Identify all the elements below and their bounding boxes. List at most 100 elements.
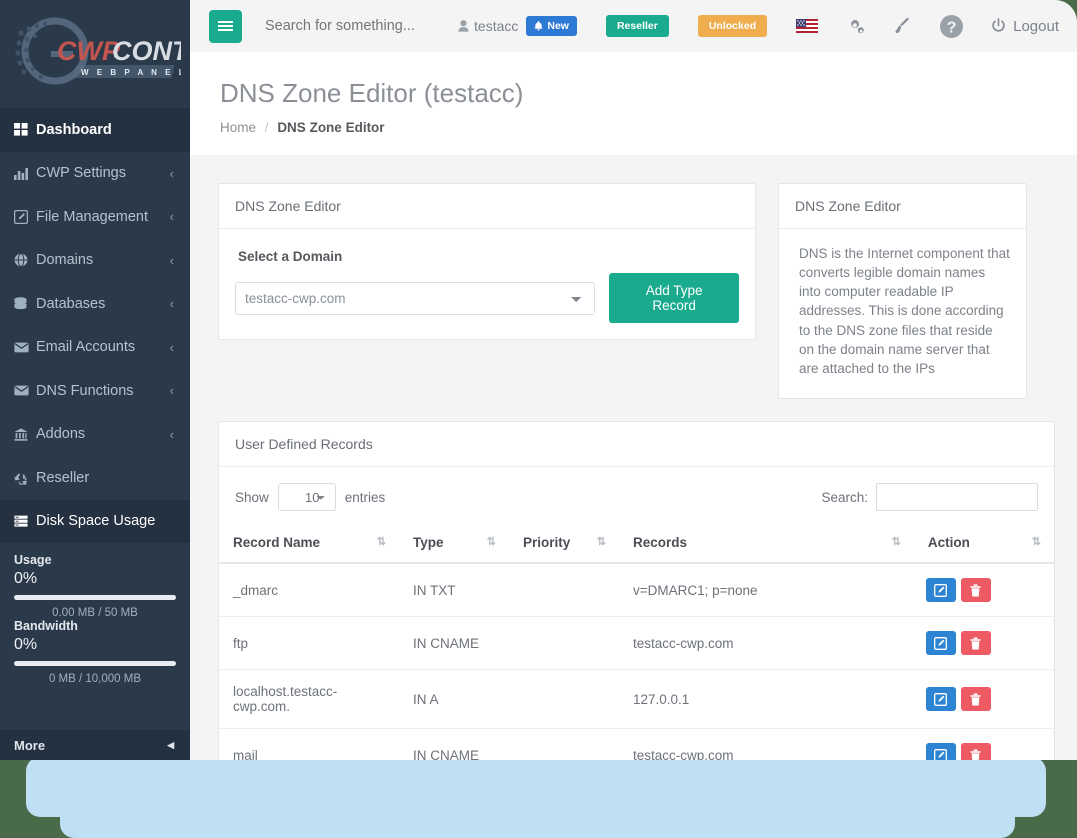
records-table-body: _dmarcIN TXTv=DMARC1; p=noneftpIN CNAMEt… — [219, 563, 1054, 760]
page-header: DNS Zone Editor (testacc) Home / DNS Zon… — [190, 52, 1077, 155]
sidebar-item-dns-functions[interactable]: DNS Functions‹ — [0, 369, 190, 413]
sidebar-item-disk-space-usage[interactable]: Disk Space Usage — [0, 500, 190, 544]
breadcrumb-current: DNS Zone Editor — [277, 120, 384, 135]
cell-action — [914, 617, 1054, 670]
sidebar-more-button[interactable]: More ◂ — [0, 730, 190, 760]
hamburger-icon[interactable] — [209, 10, 242, 43]
table-row: ftpIN CNAMEtestacc-cwp.com — [219, 617, 1054, 670]
cell-name: localhost.testacc-cwp.com. — [219, 670, 399, 729]
chevron-left-icon: ‹ — [170, 209, 174, 224]
sidebar-item-file-management[interactable]: File Management‹ — [0, 195, 190, 239]
content-area: DNS Zone Editor Select a Domain testacc-… — [190, 155, 1077, 760]
sidebar-nav: DashboardCWP Settings‹File Management‹Do… — [0, 108, 190, 543]
sort-icon[interactable]: ⇅ — [487, 535, 495, 548]
cell-action — [914, 563, 1054, 617]
trash-icon[interactable] — [961, 743, 991, 760]
page-length-control: Show 102550100 entries — [235, 483, 385, 511]
domain-select[interactable]: testacc-cwp.com — [235, 282, 595, 315]
logout-button[interactable]: Logout — [991, 18, 1059, 35]
cell-priority — [509, 729, 619, 760]
table-search-input[interactable] — [876, 483, 1038, 511]
column-header-type[interactable]: Type ⇅ — [399, 525, 509, 563]
cell-action — [914, 670, 1054, 729]
unlocked-badge[interactable]: Unlocked — [698, 15, 767, 38]
sidebar-item-addons[interactable]: Addons‹ — [0, 413, 190, 457]
info-panel-heading: DNS Zone Editor — [779, 184, 1026, 229]
breadcrumb: Home / DNS Zone Editor — [220, 120, 1077, 135]
page-length-select[interactable]: 102550100 — [278, 483, 336, 511]
column-header-record-name[interactable]: Record Name ⇅ — [219, 525, 399, 563]
new-notification-badge[interactable]: New — [526, 16, 577, 37]
column-header-priority[interactable]: Priority ⇅ — [509, 525, 619, 563]
usage-title: Usage — [14, 553, 176, 567]
cell-records: 127.0.0.1 — [619, 670, 914, 729]
sort-icon[interactable]: ⇅ — [597, 535, 605, 548]
question-circle-icon[interactable]: ? — [939, 14, 964, 39]
bandwidth-detail: 0 MB / 10,000 MB — [14, 673, 176, 685]
disk-usage-block: Usage 0% 0.00 MB / 50 MB Bandwidth 0% 0 … — [0, 543, 190, 685]
domain-select-row: testacc-cwp.com Add Type Record — [235, 273, 739, 323]
sort-icon[interactable]: ⇅ — [377, 535, 385, 548]
column-header-records[interactable]: Records⇅ — [619, 525, 914, 563]
sidebar-item-label: Dashboard — [36, 122, 190, 138]
cell-records: v=DMARC1; p=none — [619, 563, 914, 617]
breadcrumb-home[interactable]: Home — [220, 120, 256, 135]
us-flag-icon[interactable] — [796, 19, 818, 33]
table-search-control: Search: — [821, 483, 1038, 511]
edit-pencil-icon[interactable] — [926, 631, 956, 655]
column-header-action[interactable]: Action⇅ — [914, 525, 1054, 563]
paintbrush-icon[interactable] — [894, 17, 910, 35]
column-header-label: Type — [413, 535, 444, 550]
dns-zone-editor-panel: DNS Zone Editor Select a Domain testacc-… — [218, 183, 756, 340]
globe-icon — [14, 253, 36, 267]
gears-icon[interactable] — [847, 18, 865, 35]
zone-panel-body: Select a Domain testacc-cwp.com Add Type… — [219, 229, 755, 339]
sidebar-item-email-accounts[interactable]: Email Accounts‹ — [0, 326, 190, 370]
records-table: Record Name⇅Type⇅Priority⇅Records⇅Action… — [219, 525, 1054, 760]
search-input[interactable] — [265, 18, 458, 34]
sort-icon[interactable]: ⇅ — [892, 535, 900, 548]
reseller-badge[interactable]: Reseller — [606, 15, 669, 38]
top-header: testacc New Reseller Unlocked — [190, 0, 1077, 52]
chevron-left-icon: ‹ — [170, 296, 174, 311]
column-header-label: Priority — [523, 535, 570, 550]
browser-window: CWP CONTROL W E B P A N E L Dashboard CWP… — [0, 0, 1077, 760]
sidebar-item-label: DNS Functions — [36, 383, 170, 399]
sidebar-item-dashboard[interactable]: Dashboard — [0, 108, 190, 152]
column-header-label: Record Name — [233, 535, 320, 550]
bell-icon — [534, 21, 543, 31]
chevron-left-icon: ‹ — [170, 253, 174, 268]
sidebar-item-reseller[interactable]: Reseller — [0, 456, 190, 500]
cell-priority — [509, 563, 619, 617]
chevron-left-icon: ‹ — [170, 427, 174, 442]
header-actions: testacc New Reseller Unlocked — [458, 0, 1077, 52]
user-account[interactable]: testacc — [458, 18, 518, 34]
add-type-record-button[interactable]: Add Type Record — [609, 273, 739, 323]
sidebar-item-label: Email Accounts — [36, 339, 170, 355]
svg-text:?: ? — [947, 19, 957, 36]
trash-icon[interactable] — [961, 631, 991, 655]
trash-icon[interactable] — [961, 687, 991, 711]
edit-pencil-icon[interactable] — [926, 687, 956, 711]
sidebar-item-domains[interactable]: Domains‹ — [0, 239, 190, 283]
sidebar-item-label: File Management — [36, 209, 170, 225]
svg-text:W E B P A N E L: W E B P A N E L — [81, 68, 181, 77]
select-domain-label: Select a Domain — [238, 249, 739, 264]
table-row: _dmarcIN TXTv=DMARC1; p=none — [219, 563, 1054, 617]
sidebar-item-databases[interactable]: Databases‹ — [0, 282, 190, 326]
main-content: DNS Zone Editor (testacc) Home / DNS Zon… — [190, 52, 1077, 760]
usage-detail: 0.00 MB / 50 MB — [14, 607, 176, 619]
sidebar-item-cwp-settings[interactable]: CWP Settings‹ — [0, 152, 190, 196]
bandwidth-progress-bar — [14, 661, 176, 666]
sort-icon[interactable]: ⇅ — [1032, 535, 1040, 548]
trash-icon[interactable] — [961, 578, 991, 602]
logout-label: Logout — [1013, 18, 1059, 35]
edit-pencil-icon[interactable] — [926, 578, 956, 602]
server-icon — [14, 515, 36, 527]
chevron-left-icon: ◂ — [167, 737, 174, 753]
more-label: More — [14, 738, 167, 753]
edit-pencil-icon[interactable] — [926, 743, 956, 760]
cell-type: IN CNAME — [399, 729, 509, 760]
cell-name: ftp — [219, 617, 399, 670]
cwp-logo[interactable]: CWP CONTROL W E B P A N E L — [0, 0, 190, 108]
